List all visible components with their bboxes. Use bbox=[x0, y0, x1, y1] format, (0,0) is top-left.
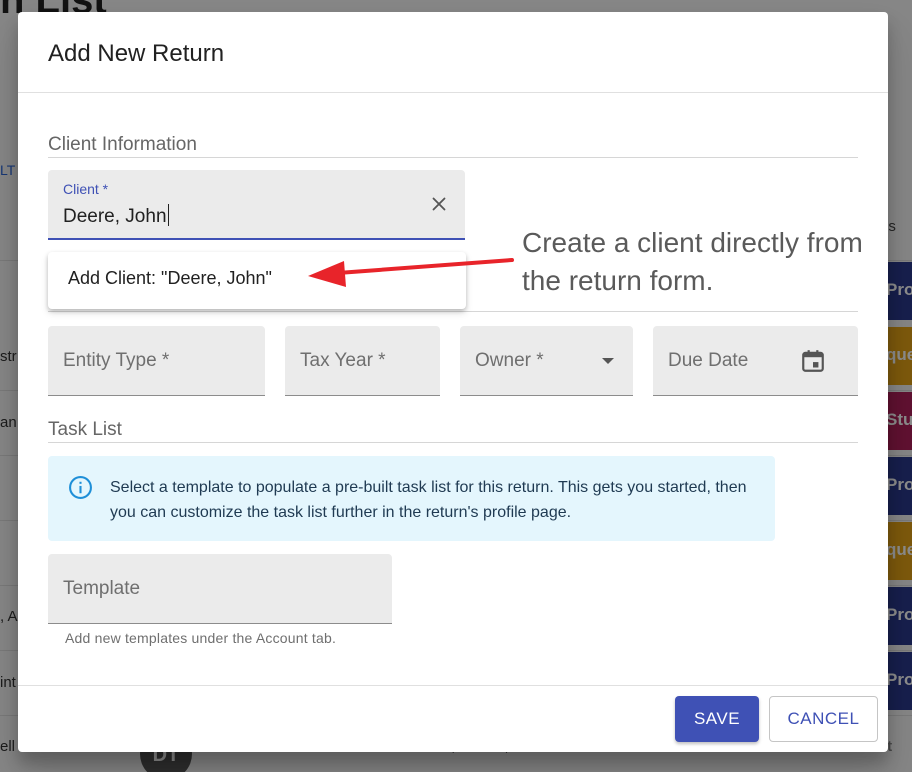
dropdown-arrow-icon[interactable] bbox=[602, 358, 614, 364]
save-button[interactable]: SAVE bbox=[675, 696, 759, 742]
client-field[interactable]: Client * Deere, John bbox=[48, 170, 465, 240]
annotation-text: Create a client directly from the return… bbox=[522, 227, 863, 296]
client-information-header: Client Information bbox=[48, 134, 197, 155]
dialog-title: Add New Return bbox=[48, 40, 225, 67]
calendar-icon[interactable] bbox=[800, 348, 826, 374]
due-date-placeholder: Due Date bbox=[668, 350, 749, 371]
dialog-divider bbox=[18, 92, 888, 93]
cancel-button[interactable]: CANCEL bbox=[769, 696, 878, 742]
info-message: Select a template to populate a pre-buil… bbox=[110, 479, 747, 521]
close-icon[interactable] bbox=[428, 193, 450, 215]
client-input[interactable]: Deere, John bbox=[63, 204, 169, 228]
template-select[interactable]: Template bbox=[48, 554, 392, 624]
tax-year-field[interactable]: Tax Year * bbox=[285, 326, 440, 396]
client-field-label: Client * bbox=[63, 181, 109, 197]
owner-placeholder: Owner * bbox=[475, 350, 544, 371]
dialog-divider bbox=[18, 685, 888, 686]
info-icon bbox=[69, 476, 92, 499]
template-helper-text: Add new templates under the Account tab. bbox=[65, 630, 337, 646]
entity-type-field[interactable]: Entity Type * bbox=[48, 326, 265, 396]
section-divider bbox=[48, 157, 858, 158]
add-client-option[interactable]: Add Client: "Deere, John" bbox=[68, 268, 272, 289]
owner-select[interactable]: Owner * bbox=[460, 326, 633, 396]
section-divider bbox=[48, 442, 858, 443]
entity-type-placeholder: Entity Type * bbox=[63, 350, 170, 371]
client-autocomplete-dropdown: Add Client: "Deere, John" bbox=[48, 252, 466, 309]
template-info-alert: Select a template to populate a pre-buil… bbox=[48, 456, 775, 541]
text-caret bbox=[167, 204, 169, 226]
task-list-header: Task List bbox=[48, 419, 122, 440]
client-input-value: Deere, John bbox=[63, 206, 167, 227]
template-placeholder: Template bbox=[63, 578, 141, 599]
tax-year-placeholder: Tax Year * bbox=[300, 350, 386, 371]
add-new-return-dialog: Add New Return Client Information Client… bbox=[18, 12, 888, 752]
section-divider bbox=[48, 311, 858, 312]
due-date-field[interactable]: Due Date bbox=[653, 326, 858, 396]
